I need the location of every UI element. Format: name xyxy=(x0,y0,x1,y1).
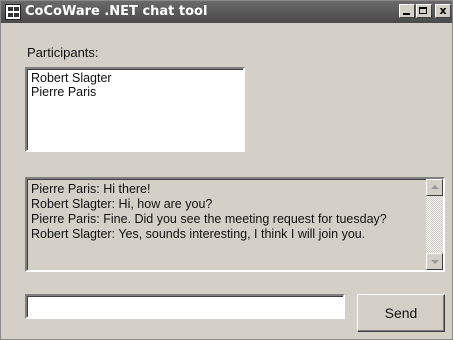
scroll-track[interactable] xyxy=(426,196,443,253)
message-input[interactable] xyxy=(25,294,345,319)
participant-item[interactable]: Robert Slagter xyxy=(31,71,239,85)
chat-message: Robert Slagter: Yes, sounds interesting,… xyxy=(31,227,366,241)
chat-message: Pierre Paris: Fine. Did you see the meet… xyxy=(31,212,387,226)
window-title: CoCoWare .NET chat tool xyxy=(25,4,208,19)
title-bar[interactable]: CoCoWare .NET chat tool x xyxy=(1,1,452,23)
participants-list[interactable]: Robert Slagter Pierre Paris xyxy=(25,67,245,152)
minimize-icon[interactable] xyxy=(399,4,415,18)
participants-label: Participants: xyxy=(27,45,99,60)
chat-window: CoCoWare .NET chat tool x Participants: … xyxy=(0,0,453,340)
arrow-down-icon xyxy=(431,260,439,264)
maximize-icon[interactable] xyxy=(416,4,432,18)
chat-messages: Pierre Paris: Hi there! Robert Slagter: … xyxy=(31,182,421,242)
chat-message: Robert Slagter: Hi, how are you? xyxy=(31,197,213,211)
chat-scrollbar[interactable] xyxy=(426,179,443,270)
send-button[interactable]: Send xyxy=(357,294,445,332)
chat-message: Pierre Paris: Hi there! xyxy=(31,182,151,196)
participant-item[interactable]: Pierre Paris xyxy=(31,85,239,99)
arrow-up-icon xyxy=(431,185,439,189)
close-icon[interactable]: x xyxy=(435,4,451,18)
chat-log[interactable]: Pierre Paris: Hi there! Robert Slagter: … xyxy=(25,177,445,272)
scroll-up-button[interactable] xyxy=(426,179,443,196)
scroll-down-button[interactable] xyxy=(426,253,443,270)
app-icon[interactable] xyxy=(5,4,21,20)
